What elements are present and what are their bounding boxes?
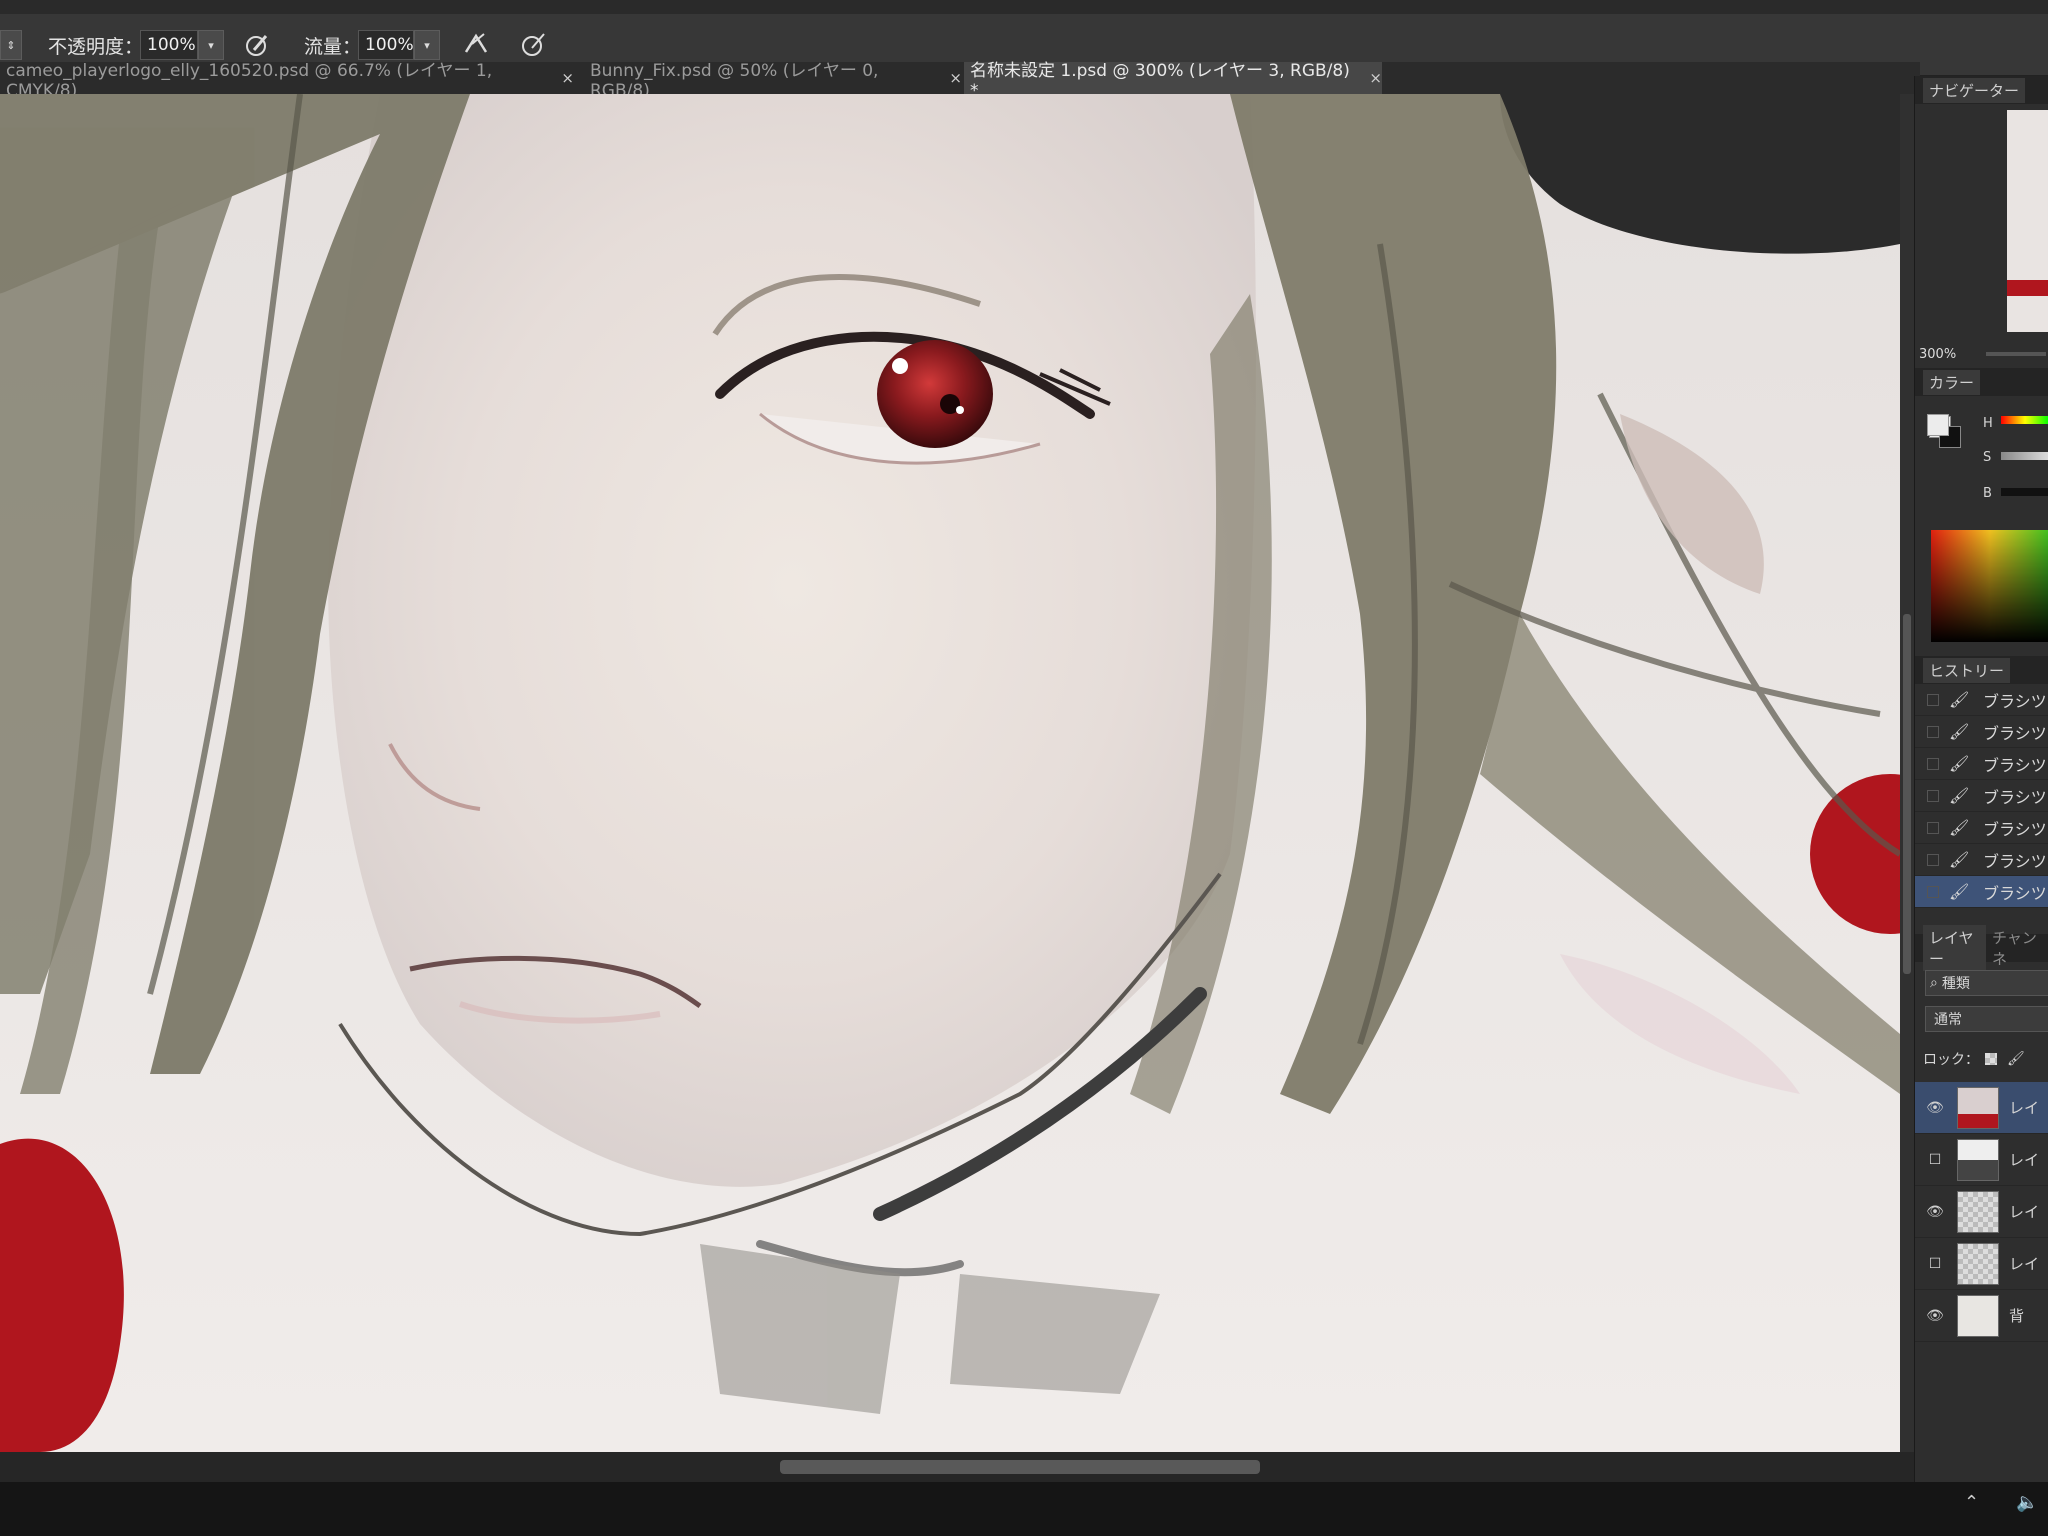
visibility-off-box[interactable]: ☐ (1925, 1256, 1945, 1272)
history-item-current[interactable]: 🖌 ブラシツ (1915, 876, 2048, 908)
history-item-label: ブラシツ (1983, 723, 2047, 743)
brush-icon: 🖌 (1949, 754, 1970, 773)
scroll-thumb[interactable] (780, 1460, 1260, 1474)
flow-label: 流量： (304, 35, 362, 58)
layers-panel-header: レイヤー チャンネ (1915, 925, 2048, 971)
history-item[interactable]: 🖌 ブラシツ (1915, 844, 2048, 876)
document-canvas[interactable] (0, 94, 1900, 1452)
color-spectrum[interactable] (1931, 530, 2048, 642)
layer-thumbnail (1957, 1242, 1999, 1285)
brush-icon: 🖌 (1949, 722, 1970, 741)
brush-icon: 🖌 (1949, 786, 1970, 805)
brush-icon: 🖌 (1949, 882, 1970, 901)
history-item[interactable]: 🖌 ブラシツ (1915, 780, 2048, 812)
navigator-tab[interactable]: ナビゲーター (1923, 77, 2026, 103)
layer-row-background[interactable]: 👁 背 (1915, 1290, 2048, 1342)
layer-thumbnail (1957, 1190, 1999, 1233)
brightness-slider[interactable] (2001, 488, 2048, 496)
lock-transparency-icon[interactable] (1985, 1053, 1997, 1065)
color-tab[interactable]: カラー (1923, 369, 1981, 395)
taskbar: ⌃ 🔈 (0, 1482, 2048, 1536)
lock-brush-icon[interactable]: 🖌 (2007, 1051, 2025, 1067)
chevron-up-icon[interactable]: ⌃ (1964, 1492, 1979, 1513)
layer-thumbnail (1957, 1294, 1999, 1337)
navigator-zoom[interactable]: 300% (1915, 344, 2048, 364)
history-item-label: ブラシツ (1983, 691, 2047, 711)
layer-filter-label: 種類 (1941, 976, 1970, 992)
navigator-preview[interactable] (2007, 110, 2048, 332)
painting-artwork (0, 94, 1900, 1452)
visibility-off-box[interactable]: ☐ (1925, 1152, 1945, 1168)
layer-name: 背 (2009, 1307, 2025, 1325)
blend-mode-value: 通常 (1934, 1012, 1962, 1028)
layer-row[interactable]: ☐ レイ (1915, 1238, 2048, 1290)
layer-row[interactable]: ☐ レイ (1915, 1134, 2048, 1186)
tab-cameo-playerlogo[interactable]: cameo_playerlogo_elly_160520.psd @ 66.7%… (0, 61, 574, 101)
close-icon[interactable]: × (1369, 69, 1382, 87)
eye-icon[interactable]: 👁 (1925, 1308, 1945, 1324)
brightness-label: B (1983, 486, 1992, 501)
eye-icon[interactable]: 👁 (1925, 1100, 1945, 1116)
tab-channels[interactable]: チャンネ (1986, 925, 2048, 971)
history-item[interactable]: 🖌 ブラシツ (1915, 716, 2048, 748)
hue-slider[interactable] (2001, 416, 2048, 424)
history-item[interactable]: 🖌 ブラシツ (1915, 684, 2048, 716)
history-item-label: ブラシツ (1983, 755, 2047, 775)
lock-row: ロック： 🖌 (1923, 1046, 2048, 1072)
close-icon[interactable]: × (949, 69, 962, 87)
history-item-label: ブラシツ (1983, 819, 2047, 839)
layer-name: レイ (2009, 1099, 2040, 1117)
color-panel-header[interactable]: カラー (1915, 368, 2048, 396)
zoom-slider[interactable] (1986, 352, 2047, 356)
layer-name: レイ (2009, 1151, 2040, 1169)
layer-name: レイ (2009, 1255, 2040, 1273)
document-tabs: cameo_playerlogo_elly_160520.psd @ 66.7%… (0, 61, 1920, 101)
lock-label: ロック： (1923, 1052, 1979, 1068)
blend-mode-select[interactable]: 通常 (1925, 1006, 2048, 1032)
vertical-scrollbar[interactable] (1900, 94, 1914, 1452)
brush-icon: 🖌 (1949, 850, 1970, 869)
history-panel-header[interactable]: ヒストリー (1915, 656, 2048, 684)
layer-thumbnail (1957, 1086, 1999, 1129)
history-item-label: ブラシツ (1983, 787, 2047, 807)
scroll-thumb[interactable] (1903, 614, 1911, 974)
history-item-label: ブラシツ (1983, 883, 2047, 903)
horizontal-scrollbar[interactable] (0, 1452, 1914, 1482)
menu-bar[interactable] (0, 0, 2048, 14)
history-item[interactable]: 🖌 ブラシツ (1915, 748, 2048, 780)
navigator-panel-header[interactable]: ナビゲーター (1915, 76, 2048, 104)
brush-icon: 🖌 (1949, 818, 1970, 837)
foreground-swatch-front[interactable] (1927, 414, 1949, 436)
tab-layers[interactable]: レイヤー (1923, 925, 1986, 971)
zoom-value: 300% (1919, 346, 1957, 362)
opacity-label: 不透明度： (48, 35, 144, 58)
saturation-label: S (1983, 450, 1992, 465)
eye-icon[interactable]: 👁 (1925, 1204, 1945, 1220)
layer-name: レイ (2009, 1203, 2040, 1221)
history-item[interactable]: 🖌 ブラシツ (1915, 812, 2048, 844)
brush-icon: 🖌 (1949, 690, 1970, 709)
search-icon: ⌕ (1930, 975, 1938, 991)
history-tab[interactable]: ヒストリー (1923, 657, 2011, 683)
hue-label: H (1983, 416, 1993, 431)
layer-row[interactable]: 👁 レイ (1915, 1186, 2048, 1238)
layer-thumbnail (1957, 1138, 1999, 1181)
layer-row[interactable]: 👁 レイ (1915, 1082, 2048, 1134)
tab-untitled-1[interactable]: 名称未設定 1.psd @ 300% (レイヤー 3, RGB/8) * × (964, 61, 1382, 101)
right-panel-dock: ナビゲーター 300% カラー H S B ヒストリー 🖌 ブラシツ 🖌 ブラシツ … (1914, 76, 2048, 1482)
tab-bunny-fix[interactable]: Bunny_Fix.psd @ 50% (レイヤー 0, RGB/8) × (584, 61, 962, 101)
speaker-icon[interactable]: 🔈 (2016, 1492, 2038, 1513)
saturation-slider[interactable] (2001, 452, 2048, 460)
close-icon[interactable]: × (561, 69, 574, 87)
layer-filter-search[interactable]: ⌕ 種類 (1925, 970, 2048, 996)
history-item-label: ブラシツ (1983, 851, 2047, 871)
